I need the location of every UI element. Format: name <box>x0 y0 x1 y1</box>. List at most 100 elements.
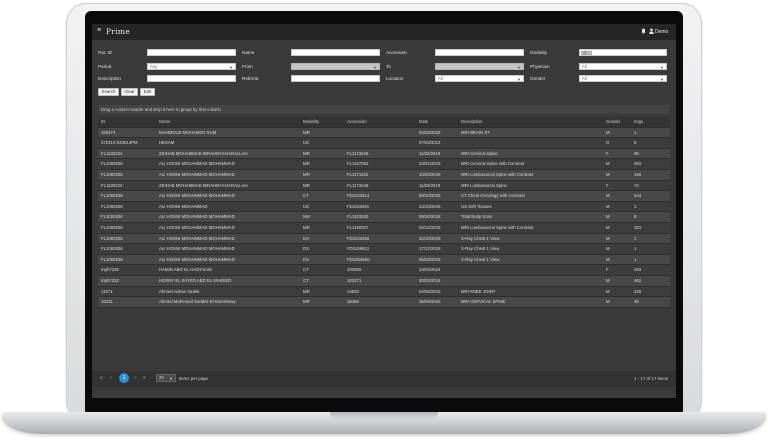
description-label: Description <box>98 76 121 81</box>
location-value: All <box>438 76 443 81</box>
cell-name: ALI HOSNI MOHAMMAD MOHAMMAD <box>159 171 235 177</box>
location-select[interactable]: All ▼ <box>435 75 524 82</box>
cell-imgs: 493 <box>634 267 642 273</box>
cell-date: 04/06/2015 <box>419 288 441 294</box>
cell-description: US Soft Tissues <box>461 203 492 209</box>
table-row[interactable]: FL1092836 ALI HOSNI MOHAMMAD MOHAMMAD DX FD… <box>98 254 670 266</box>
table-row[interactable]: FL1092836 ALI HOSNI MOHAMMAD MOHAMMAD DX FD… <box>98 244 670 255</box>
cell-date: 04/03/2018 <box>419 129 441 135</box>
referral-input[interactable] <box>291 75 380 82</box>
physician-value: All <box>582 64 587 69</box>
column-header-accession[interactable]: Accession <box>347 117 417 127</box>
top-bar: ≡ Prime Demo <box>92 24 676 41</box>
last-page-button[interactable]: » <box>143 375 146 381</box>
cell-name: MAHMOUD MOHAMED RUM <box>159 129 217 135</box>
cell-id: 15231 <box>101 299 113 305</box>
table-row[interactable]: FL1092836 ALI HOSNI MOHAMMAD US FD1163491 23… <box>98 201 670 213</box>
table-row[interactable]: FL1092836 ALI HOSNI MOHAMMAD MOHAMMAD MR FL… <box>98 222 670 234</box>
cell-imgs: 58 <box>634 150 639 156</box>
cell-imgs: 1 <box>634 129 637 135</box>
accession-label: Accession <box>386 50 407 55</box>
cell-accession: 14600 <box>347 288 359 294</box>
user-icon[interactable] <box>649 28 654 34</box>
cell-id: mph7332 <box>101 277 119 283</box>
cell-accession: FL1173445 <box>347 150 369 156</box>
to-label: To <box>386 64 391 69</box>
accession-input[interactable] <box>435 49 524 56</box>
page-size-select[interactable]: 20 ▼ <box>156 374 176 382</box>
hamburger-icon[interactable]: ≡ <box>97 27 101 34</box>
cell-name: Ahmed Mahmoud Saddek El-Monshawy <box>159 299 236 305</box>
table-row[interactable]: 11571 Ahmed Adnan Sadek MR 14600 04/06/2015 M… <box>98 286 670 298</box>
cell-gender: F <box>606 267 609 273</box>
cell-id: FL1092836 <box>101 246 123 252</box>
column-header-imgs[interactable]: Imgs <box>634 117 668 127</box>
cell-description: X-Ray Chest 1 View <box>461 235 500 241</box>
physician-select[interactable]: All ▼ <box>579 63 667 70</box>
cell-accession <box>347 138 417 148</box>
modality-select[interactable]: All × <box>579 49 667 56</box>
cell-name: ALI HOSNI MOHAMMAD MOHAMMAD <box>159 256 235 262</box>
table-row[interactable]: mph7332 HOSNY EL SAYED ABD EL MAKEED CT 102… <box>98 275 670 287</box>
cell-description: Total Body Scan <box>461 214 493 220</box>
name-input[interactable] <box>291 49 380 56</box>
cell-imgs: 38 <box>634 299 639 305</box>
column-header-date[interactable]: Date <box>419 117 459 127</box>
from-date-input[interactable]: ▼ <box>291 63 380 70</box>
column-header-modality[interactable]: Modality <box>303 117 345 127</box>
cell-id: FL1092836 <box>101 203 123 209</box>
cell-imgs: 8 <box>634 214 637 220</box>
cell-gender: M <box>606 214 610 220</box>
cell-gender: M <box>606 246 610 252</box>
cell-description: MRI Cervical Spine with Contrast <box>461 161 525 167</box>
cell-name: ALI HOSNI MOHAMMAD <box>159 203 208 209</box>
column-header-id[interactable]: ID <box>101 117 156 127</box>
cell-date: 09/10/2018 <box>419 214 441 220</box>
edit-button[interactable]: Edit <box>140 88 155 96</box>
first-page-button[interactable]: « <box>100 375 103 381</box>
modality-chip[interactable]: All × <box>581 50 593 55</box>
bell-icon[interactable] <box>641 28 646 34</box>
username[interactable]: Demo <box>655 29 668 35</box>
current-page-button[interactable]: 1 <box>119 373 129 383</box>
cell-description: CT Chest Oncology with Contrast <box>461 193 525 199</box>
table-row[interactable]: FL1092836 ALI HOSNI MOHAMMAD MOHAMMAD CT FD… <box>98 191 670 202</box>
gender-select[interactable]: All ▼ <box>579 75 667 82</box>
cell-name: HAMIN ABO EL HADYSAM <box>159 267 212 273</box>
search-filters: Pat. ID Name Accession Modality All × Pe… <box>92 40 676 110</box>
column-header-description[interactable]: Description <box>461 117 603 127</box>
cell-name: Ahmed Adnan Sadek <box>159 288 200 294</box>
table-row[interactable]: FL1092836 ALI HOSNI MOHAMMAD MOHAMMAD NM FL… <box>98 212 670 223</box>
cell-description <box>461 138 603 148</box>
table-row[interactable]: FL1100224 ZEINAB MOHAMMAD IBRAHIM KHARALL… <box>98 148 670 160</box>
cell-date: 22/10/2018 <box>419 235 441 241</box>
period-select[interactable]: Any ▼ <box>147 63 236 70</box>
clear-button[interactable]: Clear <box>121 88 138 96</box>
cell-date: 06/03/2019 <box>419 256 441 262</box>
table-row[interactable]: FL1092836 ALI HOSNI MOHAMMAD MOHAMMAD DX FD… <box>98 233 670 245</box>
cell-name: ALI HOSNI MOHAMMAD MOHAMMAD <box>159 214 235 220</box>
search-button[interactable]: Search <box>98 88 119 96</box>
prev-page-button[interactable]: ‹ <box>110 375 112 381</box>
table-row[interactable]: 169474 MAHMOUD MOHAMED RUM MR 04/03/2018 MRI… <box>98 127 670 139</box>
table-row[interactable]: 370313-033514PM HESAM US 07/03/2012 O 5 <box>98 138 670 149</box>
cell-name: HESAM <box>159 140 175 146</box>
next-page-button[interactable]: › <box>134 375 136 381</box>
to-date-input[interactable]: ▼ <box>435 63 524 70</box>
table-row[interactable]: FL1092836 ALI HOSNI MOHAMMAD MOHAMMAD MR FL… <box>98 159 670 170</box>
cell-modality: MR <box>303 288 310 294</box>
cell-accession: FL1173446 <box>347 182 369 188</box>
pat-id-input[interactable] <box>147 49 236 56</box>
column-header-gender[interactable]: Gender <box>606 117 632 127</box>
table-row[interactable]: FL1092836 ALI HOSNI MOHAMMAD MOHAMMAD MR FL… <box>98 169 670 181</box>
description-input[interactable] <box>147 75 236 82</box>
table-row[interactable]: 15231 Ahmed Mahmoud Saddek El-Monshawy MR 1… <box>98 297 670 308</box>
cell-modality: MR <box>303 182 310 188</box>
table-row[interactable]: mph7225 HAMIN ABO EL HADYSAM CT 102506 23/03… <box>98 265 670 276</box>
column-header-name[interactable]: Name <box>159 117 301 127</box>
table-row[interactable]: FL1100224 ZEINAB MOHAMMAD IBRAHIM KHARALL… <box>98 180 670 192</box>
cell-date: 07/03/2012 <box>419 140 441 146</box>
group-drop-zone[interactable]: Drag a column header and drop it here to… <box>98 105 670 114</box>
modality-label: Modality <box>530 50 548 55</box>
cell-description: MRI KNEE JOINT <box>461 288 496 294</box>
